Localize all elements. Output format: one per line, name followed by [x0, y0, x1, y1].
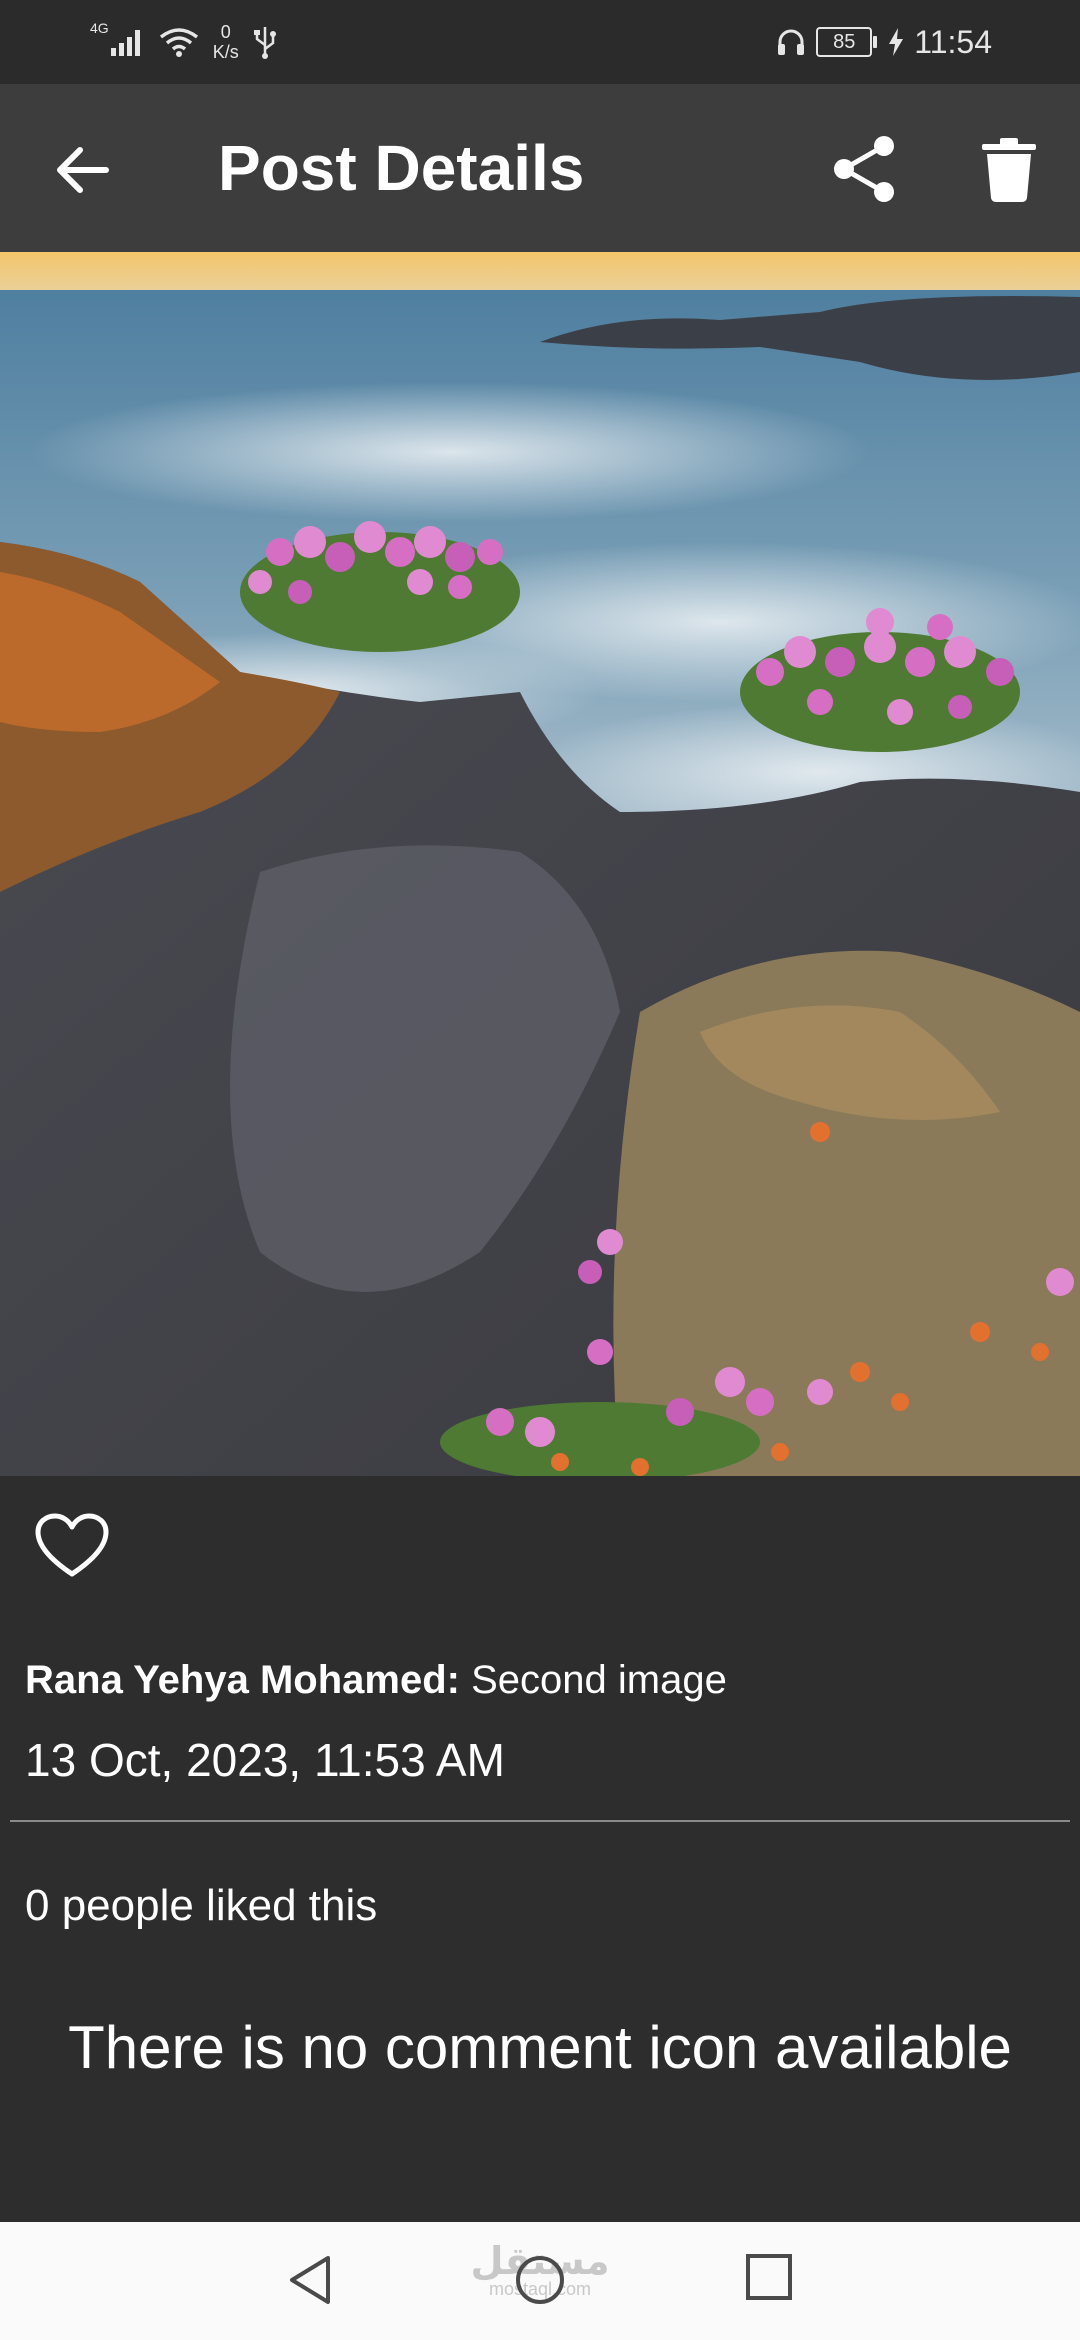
net-speed: 0 K/s: [213, 22, 239, 62]
network-type-label: 4G: [90, 20, 109, 36]
headphones-icon: [778, 29, 805, 55]
charging-icon: [889, 28, 904, 56]
wifi-icon: [159, 28, 198, 57]
clock: 11:54: [914, 23, 992, 60]
net-speed-value: 0: [220, 22, 231, 42]
no-comments-message: There is no comment icon available: [68, 2014, 1012, 2081]
status-left: 4G 0 K/s: [90, 16, 277, 68]
post-caption-text: Second image: [471, 1658, 727, 1702]
page-title: Post Details: [218, 132, 585, 204]
net-speed-unit: K/s: [212, 42, 239, 62]
heart-icon[interactable]: [34, 1512, 110, 1580]
divider: [10, 1820, 1070, 1822]
usb-icon: [253, 27, 276, 59]
post-image: [0, 252, 1080, 1476]
navigation-bar: مستقل mostaql.com: [0, 2222, 1080, 2340]
trash-icon[interactable]: [978, 136, 1040, 202]
nav-recent-icon[interactable]: [744, 2252, 794, 2302]
signal-icon: [110, 30, 140, 56]
share-icon[interactable]: [830, 134, 900, 204]
app-bar: Post Details: [0, 84, 1080, 252]
nav-home-icon[interactable]: [512, 2252, 568, 2308]
status-right: 85 11:54: [776, 16, 992, 68]
post-date: 13 Oct, 2023, 11:53 AM: [25, 1734, 505, 1786]
battery-icon: 85: [816, 27, 878, 57]
post-author: Rana Yehya Mohamed:: [25, 1658, 460, 1702]
battery-level: 85: [833, 30, 856, 53]
post-caption: Rana Yehya Mohamed: Second image: [25, 1652, 727, 1708]
nav-back-icon[interactable]: [284, 2252, 340, 2308]
likes-count: 0 people liked this: [25, 1881, 378, 1930]
back-arrow-icon[interactable]: [50, 138, 114, 202]
status-bar: 4G 0 K/s 85 11:54: [0, 0, 1080, 84]
